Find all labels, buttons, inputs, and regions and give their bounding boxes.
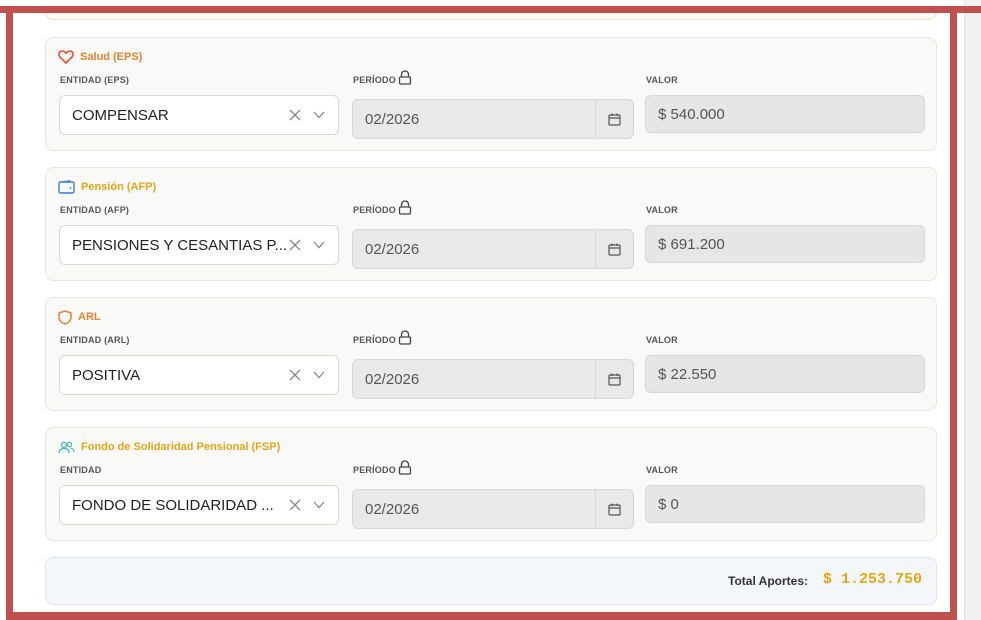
section-card-afp: Pensión (AFP) ENTIDAD (AFP) PERÍODO VALO… [45,167,937,281]
calendar-icon[interactable] [595,230,633,268]
entity-select[interactable]: FONDO DE SOLIDARIDAD ... [59,485,339,525]
entity-select[interactable]: PENSIONES Y CESANTIAS P... [59,225,339,265]
entity-label: ENTIDAD (AFP) [60,205,130,215]
value-label: VALOR [646,75,678,85]
chevron-down-icon[interactable] [310,366,328,384]
section-header-fsp: Fondo de Solidaridad Pensional (FSP) [58,438,280,456]
section-card-arl: ARL ENTIDAD (ARL) PERÍODO VALOR POSITIVA… [45,297,937,411]
clear-icon[interactable] [286,366,304,384]
section-title: Fondo de Solidaridad Pensional (FSP) [81,441,281,453]
value-field: $ 22.550 [645,355,925,393]
section-title: Salud (EPS) [80,51,143,63]
period-field: 02/2026 [352,359,634,399]
period-value: 02/2026 [365,501,420,518]
section-header-eps: Salud (EPS) [58,48,142,66]
lock-icon [398,460,412,475]
clear-icon[interactable] [286,106,304,124]
total-label: Total Aportes: [728,574,808,588]
period-label-group: PERÍODO [353,70,412,85]
entity-select-value: PENSIONES Y CESANTIAS P... [72,236,286,254]
period-label-group: PERÍODO [353,460,412,475]
period-value: 02/2026 [365,111,420,128]
total-value: $ 1.253.750 [822,571,922,588]
value-field: $ 540.000 [645,95,925,133]
section-card-fsp: Fondo de Solidaridad Pensional (FSP) ENT… [45,427,937,541]
period-label: PERÍODO [353,465,396,475]
lock-icon [398,70,412,85]
entity-label: ENTIDAD [60,465,102,475]
section-card-eps: Salud (EPS) ENTIDAD (EPS) PERÍODO VALOR … [45,37,937,151]
period-label: PERÍODO [353,335,396,345]
value-label: VALOR [646,205,678,215]
calendar-icon[interactable] [595,100,633,138]
shield-icon [58,309,72,325]
wallet-icon [58,180,75,194]
value-field: $ 691.200 [645,225,925,263]
lock-icon [398,330,412,345]
entity-label: ENTIDAD (ARL) [60,335,130,345]
calendar-icon[interactable] [595,360,633,398]
period-label-group: PERÍODO [353,200,412,215]
highlight-frame-left [6,6,13,620]
period-label: PERÍODO [353,75,396,85]
section-title: ARL [78,311,101,323]
clear-icon[interactable] [286,496,304,514]
section-header-arl: ARL [58,308,101,326]
app-frame: Salud (EPS) ENTIDAD (EPS) PERÍODO VALOR … [0,0,981,620]
period-field: 02/2026 [352,99,634,139]
section-header-afp: Pensión (AFP) [58,178,156,196]
entity-select-value: POSITIVA [72,366,141,384]
entity-select[interactable]: COMPENSAR [59,95,339,135]
scrollbar-track[interactable] [964,0,981,620]
value-label: VALOR [646,335,678,345]
users-icon [58,441,75,453]
highlight-frame-bottom [6,612,957,620]
total-contributions-bar: Total Aportes: $ 1.253.750 [45,557,937,605]
entity-select-value: FONDO DE SOLIDARIDAD ... [72,496,274,514]
value-field: $ 0 [645,485,925,523]
section-title: Pensión (AFP) [81,181,157,193]
entity-select[interactable]: POSITIVA [59,355,339,395]
period-field: 02/2026 [352,229,634,269]
period-value: 02/2026 [365,241,420,258]
chevron-down-icon[interactable] [310,106,328,124]
heart-icon [58,50,74,64]
chevron-down-icon[interactable] [310,236,328,254]
value-label: VALOR [646,465,678,475]
period-label: PERÍODO [353,205,396,215]
period-label-group: PERÍODO [353,330,412,345]
highlight-frame-right [950,6,957,620]
period-value: 02/2026 [365,371,420,388]
lock-icon [398,200,412,215]
clear-icon[interactable] [286,236,304,254]
calendar-icon[interactable] [595,490,633,528]
entity-label: ENTIDAD (EPS) [60,75,130,85]
period-field: 02/2026 [352,489,634,529]
chevron-down-icon[interactable] [310,496,328,514]
entity-select-value: COMPENSAR [72,106,169,124]
highlight-frame-top [0,6,981,13]
